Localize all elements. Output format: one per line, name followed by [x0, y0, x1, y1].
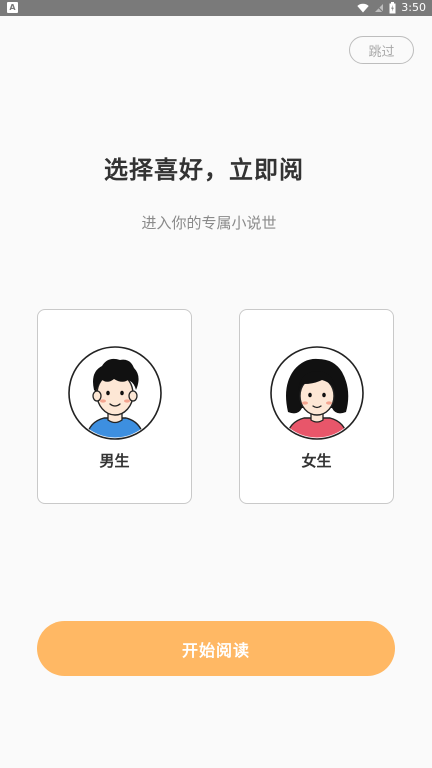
male-option-card[interactable]: 男生: [37, 309, 192, 504]
start-reading-button[interactable]: 开始阅读: [37, 621, 395, 676]
female-option-card[interactable]: 女生: [239, 309, 394, 504]
status-bar: A 3:50: [0, 0, 432, 16]
wifi-icon: [357, 3, 369, 13]
page-subtitle: 进入你的专属小说世: [141, 214, 277, 232]
app-notification-icon: A: [7, 2, 18, 13]
skip-button[interactable]: 跳过: [349, 36, 414, 64]
status-icons: 3:50: [357, 0, 426, 16]
male-option-label: 男生: [99, 452, 130, 470]
boy-avatar-icon: [68, 346, 162, 440]
status-time: 3:50: [401, 1, 426, 14]
signal-off-icon: [374, 3, 384, 13]
female-option-label: 女生: [301, 452, 332, 470]
girl-avatar-icon: [270, 346, 364, 440]
battery-icon: [389, 2, 396, 14]
page-title: 选择喜好，立即阅: [104, 156, 304, 184]
